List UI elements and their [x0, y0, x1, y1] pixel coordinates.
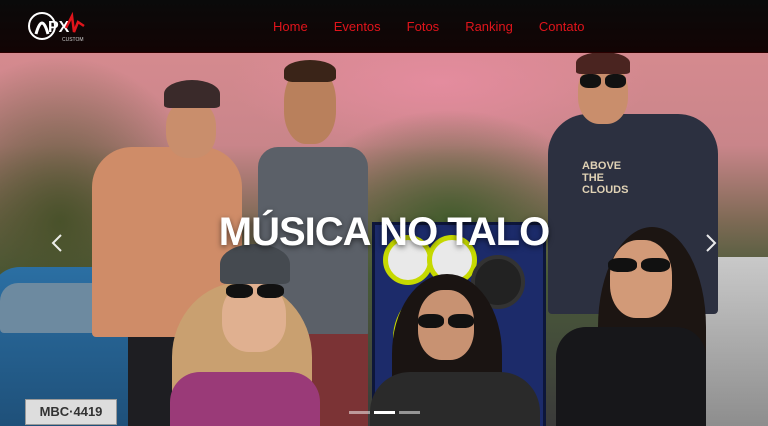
person-black-top	[556, 327, 706, 426]
person-pink-top	[170, 372, 320, 426]
sunglasses	[418, 314, 474, 328]
nav-item-ranking[interactable]: Ranking	[465, 19, 513, 34]
person-hair	[284, 60, 336, 82]
chevron-left-icon[interactable]	[50, 233, 64, 253]
brand-logo[interactable]: PX CUSTOM	[28, 8, 92, 44]
carousel-dot-active[interactable]	[374, 411, 395, 414]
nav-item-contato[interactable]: Contato	[539, 19, 585, 34]
sunglasses	[608, 258, 670, 272]
shirt-print: ABOVE THE CLOUDS	[582, 160, 629, 196]
carousel-dot[interactable]	[399, 411, 420, 414]
sunglasses	[580, 74, 626, 88]
person-cap	[164, 80, 220, 108]
chevron-right-icon[interactable]	[704, 233, 718, 253]
nav-item-eventos[interactable]: Eventos	[334, 19, 381, 34]
sunglasses	[226, 284, 284, 298]
person-black-shirt	[370, 372, 540, 426]
svg-text:CUSTOM: CUSTOM	[62, 37, 84, 43]
nav-item-fotos[interactable]: Fotos	[407, 19, 440, 34]
person-cap	[576, 52, 630, 74]
hero-title: MÚSICA NO TALO	[218, 210, 550, 254]
person-head	[166, 100, 216, 158]
license-plate: MBC·4419	[25, 399, 117, 425]
carousel-dot[interactable]	[349, 411, 370, 414]
top-navbar: PX CUSTOM Home Eventos Fotos Ranking Con…	[0, 0, 768, 53]
nav-item-home[interactable]: Home	[273, 19, 308, 34]
main-nav: Home Eventos Fotos Ranking Contato	[273, 0, 610, 52]
carousel-indicators	[349, 411, 420, 414]
